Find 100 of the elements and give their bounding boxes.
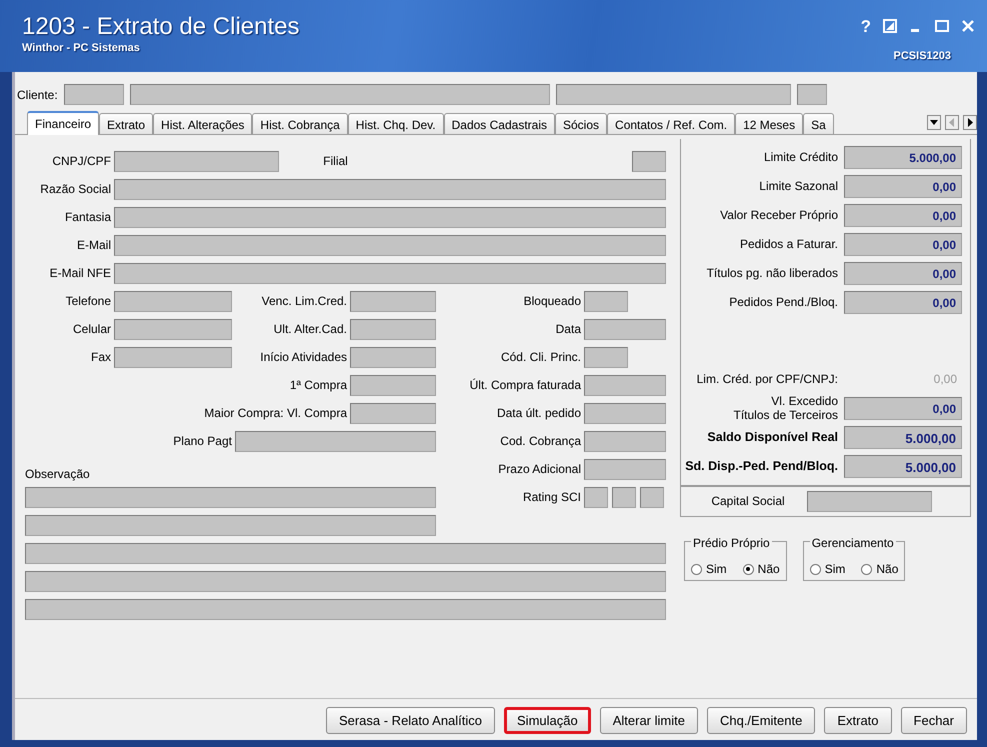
radio-button[interactable] <box>691 564 702 574</box>
input-field[interactable] <box>806 491 932 512</box>
input-field[interactable] <box>114 234 666 256</box>
tab[interactable]: Hist. Chq. Dev. <box>348 113 444 134</box>
value-field[interactable]: 0,00 <box>844 175 962 198</box>
maximize-icon[interactable] <box>935 19 949 33</box>
value-field[interactable]: 0,00 <box>844 262 962 285</box>
tab[interactable]: Dados Cadastrais <box>444 113 555 134</box>
value-field[interactable]: 5.000,00 <box>844 426 962 449</box>
field-label: Rating SCI <box>522 489 581 506</box>
field-label: 1ª Compra <box>288 377 347 394</box>
tab[interactable]: Financeiro <box>27 111 100 135</box>
field-label: Prazo Adicional <box>497 461 581 478</box>
input-field[interactable] <box>350 402 436 424</box>
tab[interactable]: Sa <box>803 113 834 134</box>
field-label: Pedidos a Faturar. <box>740 238 838 252</box>
tab[interactable]: 12 Meses <box>735 113 804 134</box>
field-label: Cód. Cli. Princ. <box>500 349 581 366</box>
input-field[interactable] <box>25 542 666 564</box>
action-button[interactable]: Fechar <box>900 706 967 734</box>
input-field[interactable] <box>350 346 436 368</box>
tab[interactable]: Hist. Alterações <box>153 113 252 134</box>
close-icon[interactable] <box>961 19 975 33</box>
field-label: Data <box>554 321 581 338</box>
radio-button[interactable] <box>742 564 754 574</box>
field-label: Data últ. pedido <box>496 405 581 422</box>
input-field[interactable] <box>64 84 124 105</box>
field-label: Títulos pg. não liberados <box>706 266 838 280</box>
field-label: Últ. Compra faturada <box>468 377 581 394</box>
tab[interactable]: Sócios <box>555 113 608 134</box>
input-field[interactable] <box>556 84 791 105</box>
input-field[interactable] <box>584 430 666 452</box>
action-button[interactable]: Chq./Emitente <box>706 706 816 734</box>
radio-label[interactable]: Sim <box>706 560 727 578</box>
field-label: Venc. Lim.Cred. <box>260 293 347 310</box>
input-field[interactable] <box>25 598 666 620</box>
value-field[interactable]: 0,00 <box>844 233 962 256</box>
input-field[interactable] <box>584 290 628 312</box>
input-field[interactable] <box>235 430 436 452</box>
field-label: Plano Pagt <box>172 433 232 450</box>
input-field[interactable] <box>584 458 666 480</box>
input-field[interactable] <box>350 318 436 340</box>
value-field[interactable]: 5.000,00 <box>844 455 962 478</box>
input-field[interactable] <box>584 374 666 396</box>
input-field[interactable] <box>114 150 279 172</box>
input-field[interactable] <box>584 486 608 508</box>
dropdown-icon[interactable] <box>927 115 941 130</box>
action-button[interactable]: Extrato <box>824 706 892 734</box>
field-label: Ult. Alter.Cad. <box>272 321 347 338</box>
input-field[interactable] <box>584 318 666 340</box>
radio-button[interactable] <box>810 564 821 574</box>
input-field[interactable] <box>584 346 628 368</box>
radio-label[interactable]: Sim <box>824 560 846 578</box>
radio-label[interactable]: Não <box>876 560 898 578</box>
field-label: Valor Receber Próprio <box>720 208 838 222</box>
field-label: E-Mail NFE <box>48 265 111 282</box>
value-field[interactable]: 0,00 <box>844 397 962 420</box>
program-code: PCSIS1203 <box>894 48 951 64</box>
value-field[interactable]: 0,00 <box>844 204 962 227</box>
action-button[interactable]: Simulação <box>504 706 591 734</box>
input-field[interactable] <box>632 150 666 172</box>
help-button[interactable]: ? <box>860 14 871 40</box>
input-field[interactable] <box>584 402 666 424</box>
radio-label[interactable]: Não <box>758 560 780 578</box>
field-label: E-Mail <box>76 237 111 254</box>
input-field[interactable] <box>612 486 636 508</box>
input-field[interactable] <box>130 84 550 105</box>
input-field[interactable] <box>114 262 666 284</box>
tab[interactable]: Hist. Cobrança <box>252 113 348 134</box>
input-field[interactable] <box>114 318 232 340</box>
action-button[interactable]: Serasa - Relato Analítico <box>326 706 496 734</box>
restore-icon[interactable] <box>883 19 897 33</box>
field-value: 0,00 <box>932 371 958 388</box>
input-field[interactable] <box>25 486 436 508</box>
input-field[interactable] <box>25 570 666 592</box>
field-label: Lim. Créd. por CPF/CNPJ: <box>696 372 838 386</box>
field-label: Limite Sazonal <box>759 180 838 194</box>
radio-button[interactable] <box>861 564 872 574</box>
field-label: Sd. Disp.-Ped. Pend/Bloq. <box>685 459 838 474</box>
input-field[interactable] <box>114 346 232 368</box>
input-field[interactable] <box>114 206 666 228</box>
input-field[interactable] <box>350 290 436 312</box>
field-label: Fantasia <box>64 209 111 226</box>
tab[interactable]: Extrato <box>99 113 154 134</box>
field-label: Início Atividades <box>259 349 347 366</box>
input-field[interactable] <box>796 84 827 105</box>
scroll-right-icon[interactable] <box>963 115 977 130</box>
value-field[interactable]: 0,00 <box>844 291 962 314</box>
input-field[interactable] <box>25 514 436 536</box>
field-label: Capital Social <box>711 494 785 508</box>
tab[interactable]: Contatos / Ref. Com. <box>607 113 736 134</box>
input-field[interactable] <box>114 290 232 312</box>
input-field[interactable] <box>350 374 436 396</box>
action-button[interactable]: Alterar limite <box>600 706 698 734</box>
input-field[interactable] <box>640 486 664 508</box>
field-label: Telefone <box>64 293 111 310</box>
input-field[interactable] <box>114 178 666 200</box>
field-label: Razão Social <box>39 181 111 198</box>
field-label: Fax <box>90 349 111 366</box>
value-field[interactable]: 5.000,00 <box>844 146 962 169</box>
